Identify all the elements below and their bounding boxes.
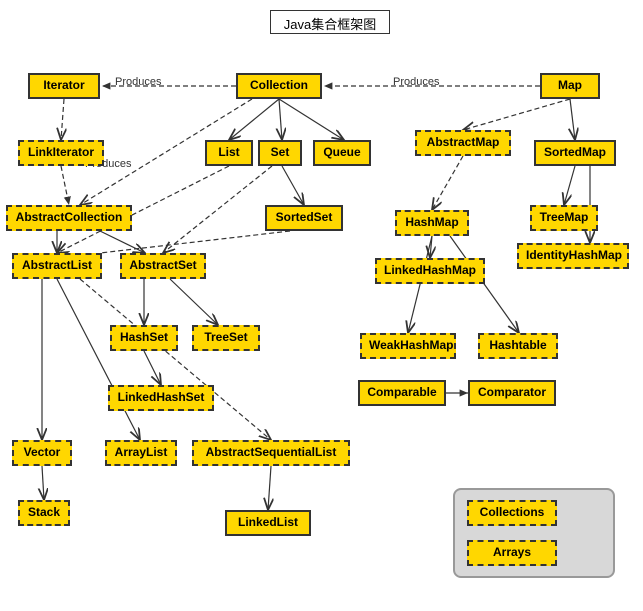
node-collections: Collections [467, 500, 557, 526]
node-hashset: HashSet [110, 325, 178, 351]
node-comparable: Comparable [358, 380, 446, 406]
node-vector: Vector [12, 440, 72, 466]
node-stack: Stack [18, 500, 70, 526]
node-abstractmap: AbstractMap [415, 130, 511, 156]
node-weakhashmap: WeakHashMap [360, 333, 456, 359]
node-arraylist: ArrayList [105, 440, 177, 466]
label-produces2: Produces [393, 76, 439, 88]
node-hashtable: Hashtable [478, 333, 558, 359]
node-linkedhashmap: LinkedHashMap [375, 258, 485, 284]
node-abstractcollection: AbstractCollection [6, 205, 132, 231]
node-iterator: Iterator [28, 73, 100, 99]
node-sortedset: SortedSet [265, 205, 343, 231]
node-abstractlist: AbstractList [12, 253, 102, 279]
node-abstractset: AbstractSet [120, 253, 206, 279]
node-set: Set [258, 140, 302, 166]
node-map: Map [540, 73, 600, 99]
label-produces1: Produces [115, 76, 161, 88]
node-abstractsequentiallist: AbstractSequentialList [192, 440, 350, 466]
node-arrays: Arrays [467, 540, 557, 566]
node-queue: Queue [313, 140, 371, 166]
node-comparator: Comparator [468, 380, 556, 406]
node-treeset: TreeSet [192, 325, 260, 351]
node-collection: Collection [236, 73, 322, 99]
node-hashmap: HashMap [395, 210, 469, 236]
diagram: Java集合框架图 Iterator Collection Map Produc… [0, 0, 643, 611]
legend-box: Collections Arrays [453, 488, 615, 578]
node-identityhashmap: IdentityHashMap [517, 243, 629, 269]
node-linkedhashset: LinkedHashSet [108, 385, 214, 411]
node-linkedlist: LinkedList [225, 510, 311, 536]
node-sortedmap: SortedMap [534, 140, 616, 166]
node-linkiterator: LinkIterator [18, 140, 104, 166]
title-node: Java集合框架图 [270, 10, 390, 34]
node-list: List [205, 140, 253, 166]
node-treemap: TreeMap [530, 205, 598, 231]
